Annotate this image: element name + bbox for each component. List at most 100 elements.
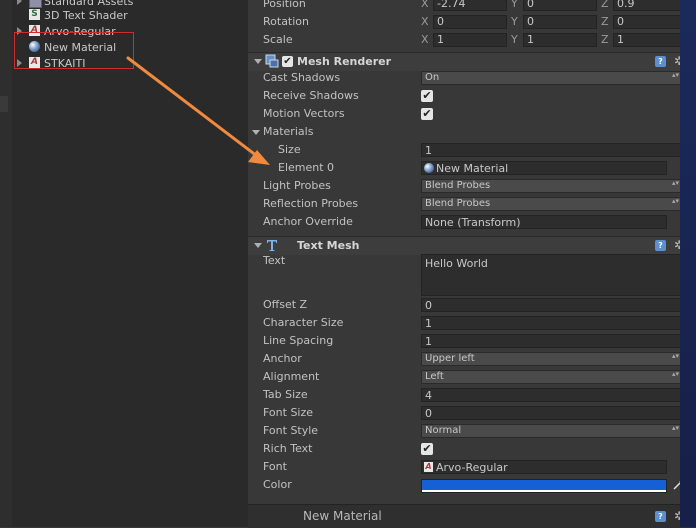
- anchor-dropdown[interactable]: Upper left ▴▾: [421, 352, 684, 366]
- dropdown-arrows-icon: ▴▾: [671, 352, 679, 360]
- size-field[interactable]: 1: [421, 143, 684, 157]
- anchor-override-label: Anchor Override: [263, 215, 353, 228]
- font-style-label: Font Style: [263, 424, 319, 437]
- footer-title: New Material: [303, 509, 382, 523]
- alignment-row: Alignment Left ▴▾: [248, 369, 696, 387]
- material-preview-header[interactable]: New Material ? ✲: [248, 504, 696, 528]
- dropdown-arrows-icon: ▴▾: [671, 197, 679, 205]
- annotation-highlight-box: [14, 32, 134, 69]
- anchor-override-object-field[interactable]: None (Transform): [421, 215, 667, 229]
- element0-object-field[interactable]: New Material: [421, 161, 667, 175]
- position-y-field[interactable]: 0: [523, 0, 597, 11]
- inspector-panel: Position X -2.74 Y0 Z 0.9 Rotation X0 Y0 Z…: [248, 0, 696, 528]
- scale-label: Scale: [263, 33, 293, 46]
- line-spacing-field[interactable]: 1: [421, 334, 684, 348]
- tree-item-3d-text-shader[interactable]: S 3D Text Shader: [12, 8, 242, 24]
- position-z-field[interactable]: 0.9: [613, 0, 687, 11]
- receive-shadows-label: Receive Shadows: [263, 89, 359, 102]
- tab-size-row: Tab Size 4: [248, 387, 696, 405]
- shader-icon: S: [29, 9, 40, 20]
- character-size-row: Character Size 1: [248, 315, 696, 333]
- scene-view-edge: [680, 0, 696, 527]
- motion-vectors-label: Motion Vectors: [263, 107, 345, 120]
- rotation-y-field[interactable]: 0: [523, 15, 597, 29]
- alpha-bar: [422, 490, 666, 492]
- text-textarea[interactable]: Hello World: [421, 254, 684, 296]
- fold-arrow-icon[interactable]: [254, 59, 262, 64]
- font-style-dropdown[interactable]: Normal ▴▾: [421, 424, 684, 438]
- cast-shadows-row: Cast Shadows On ▴▾: [248, 70, 696, 88]
- anchor-row: Anchor Upper left ▴▾: [248, 351, 696, 369]
- color-swatch-field[interactable]: [421, 479, 667, 493]
- help-icon[interactable]: ?: [655, 511, 666, 522]
- component-enabled-checkbox[interactable]: ✔: [282, 56, 293, 67]
- line-spacing-row: Line Spacing 1: [248, 333, 696, 351]
- font-icon: A: [424, 462, 433, 472]
- scale-z-field[interactable]: 1: [613, 33, 687, 47]
- motion-vectors-checkbox[interactable]: ✔: [421, 108, 433, 120]
- tab-size-label: Tab Size: [263, 388, 308, 401]
- mesh-renderer-header[interactable]: ✔ Mesh Renderer ? ✲ ▾: [248, 52, 696, 71]
- font-size-field[interactable]: 0: [421, 406, 684, 420]
- position-x-field[interactable]: -2.74: [433, 0, 507, 11]
- dropdown-arrows-icon: ▴▾: [671, 424, 679, 432]
- position-label: Position: [263, 0, 306, 10]
- cast-shadows-dropdown[interactable]: On ▴▾: [421, 71, 684, 85]
- rich-text-row: Rich Text ✔: [248, 441, 696, 459]
- dropdown-arrows-icon: ▴▾: [671, 370, 679, 378]
- anchor-override-row: Anchor Override None (Transform): [248, 214, 696, 232]
- light-probes-label: Light Probes: [263, 179, 331, 192]
- tab-size-field[interactable]: 4: [421, 388, 684, 402]
- text-label: Text: [263, 254, 286, 267]
- reflection-probes-dropdown[interactable]: Blend Probes ▴▾: [421, 197, 684, 211]
- materials-row[interactable]: Materials: [248, 124, 696, 142]
- fold-arrow-icon[interactable]: [254, 243, 262, 248]
- project-panel: Standard Assets S 3D Text Shader A Arvo-…: [12, 0, 249, 527]
- light-probes-row: Light Probes Blend Probes ▴▾: [248, 178, 696, 196]
- alignment-dropdown[interactable]: Left ▴▾: [421, 370, 684, 384]
- fold-arrow-icon[interactable]: [252, 130, 260, 135]
- left-edge-strip: [0, 0, 12, 527]
- offset-z-row: Offset Z 0: [248, 297, 696, 315]
- dropdown-arrows-icon: ▴▾: [671, 71, 679, 79]
- dropdown-arrows-icon: ▴▾: [671, 179, 679, 187]
- color-row: Color: [248, 477, 696, 495]
- element0-row: Element 0 New Material: [248, 160, 696, 178]
- transform-rotation-row: Rotation X0 Y0 Z0: [248, 14, 696, 32]
- rotation-z-field[interactable]: 0: [613, 15, 687, 29]
- font-style-row: Font Style Normal ▴▾: [248, 423, 696, 441]
- line-spacing-label: Line Spacing: [263, 334, 334, 347]
- materials-size-row: Size 1: [248, 142, 696, 160]
- text-mesh-title: Text Mesh: [297, 239, 360, 252]
- scale-y-field[interactable]: 1: [523, 33, 597, 47]
- font-size-row: Font Size 0: [248, 405, 696, 423]
- help-icon[interactable]: ?: [655, 240, 666, 251]
- offset-z-label: Offset Z: [263, 298, 308, 311]
- help-icon[interactable]: ?: [655, 56, 666, 67]
- font-size-label: Font Size: [263, 406, 314, 419]
- rotation-x-field[interactable]: 0: [433, 15, 507, 29]
- font-object-field[interactable]: A Arvo-Regular: [421, 460, 667, 474]
- transform-position-row: Position X -2.74 Y0 Z 0.9: [248, 0, 696, 14]
- font-label: Font: [263, 460, 287, 473]
- character-size-field[interactable]: 1: [421, 316, 684, 330]
- cast-shadows-label: Cast Shadows: [263, 71, 341, 84]
- light-probes-dropdown[interactable]: Blend Probes ▴▾: [421, 179, 684, 193]
- fold-arrow-icon[interactable]: [17, 0, 22, 5]
- scale-x-field[interactable]: 1: [433, 33, 507, 47]
- receive-shadows-checkbox[interactable]: ✔: [421, 90, 433, 102]
- receive-shadows-row: Receive Shadows ✔: [248, 88, 696, 106]
- mesh-renderer-title: Mesh Renderer: [297, 55, 392, 68]
- offset-z-field[interactable]: 0: [421, 298, 684, 312]
- anchor-label: Anchor: [263, 352, 302, 365]
- reflection-probes-label: Reflection Probes: [263, 197, 359, 210]
- folder-icon: [29, 0, 42, 8]
- text-row: Text Hello World: [248, 253, 696, 299]
- alignment-label: Alignment: [263, 370, 320, 383]
- reflection-probes-row: Reflection Probes Blend Probes ▴▾: [248, 196, 696, 214]
- materials-label: Materials: [263, 125, 314, 138]
- motion-vectors-row: Motion Vectors ✔: [248, 106, 696, 124]
- rich-text-checkbox[interactable]: ✔: [421, 443, 433, 455]
- text-mesh-icon: [267, 240, 277, 251]
- panel-resize-nub[interactable]: [0, 96, 8, 112]
